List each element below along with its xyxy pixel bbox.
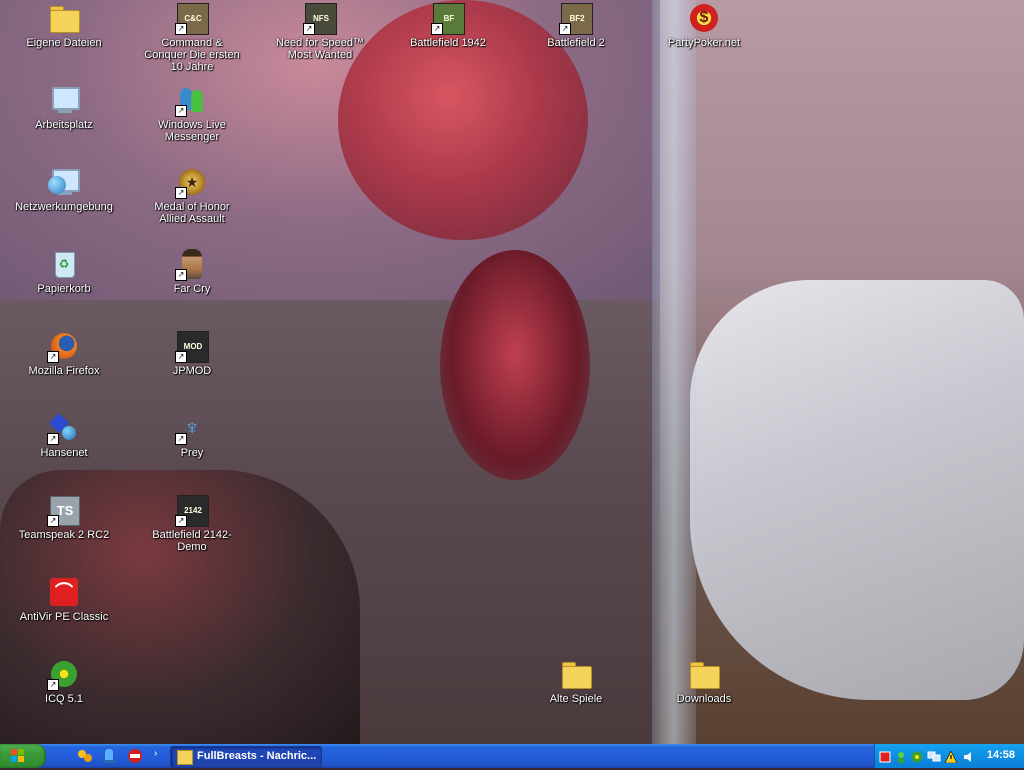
warning-icon[interactable] — [944, 750, 958, 764]
taskbar-clock[interactable]: 14:58 — [987, 749, 1015, 761]
wallpaper-tarantula — [440, 250, 590, 480]
desktop-icon-far-cry[interactable]: ↗ Far Cry — [142, 248, 242, 295]
teamspeak-icon: TS ↗ — [47, 494, 80, 527]
jpmod-icon: MOD ↗ — [175, 330, 209, 363]
shortcut-arrow-icon: ↗ — [303, 23, 315, 35]
quick-launch-game-icon[interactable] — [126, 747, 144, 765]
shortcut-arrow-icon: ↗ — [559, 23, 571, 35]
wallpaper-cloth — [690, 280, 1024, 700]
folder-icon — [177, 750, 193, 765]
shortcut-arrow-icon: ↗ — [175, 105, 187, 117]
desktop-icon-papierkorb[interactable]: ♻ Papierkorb — [14, 248, 114, 295]
desktop-icon-partypoker[interactable]: $ PartyPoker.net — [654, 2, 754, 49]
desktop-icon-antivir[interactable]: ⌒ AntiVir PE Classic — [14, 576, 114, 623]
folder-icon — [688, 658, 720, 690]
desktop-icon-prey[interactable]: ♆ ↗ Prey — [142, 412, 242, 459]
windows-logo-icon — [11, 749, 25, 763]
shortcut-arrow-icon: ↗ — [175, 187, 187, 199]
desktop-icon-battlefield-2142[interactable]: 2142 ↗ Battlefield 2142-Demo — [142, 494, 242, 553]
desktop-icon-medal-of-honor[interactable]: ★ ↗ Medal of Honor Allied Assault — [142, 166, 242, 225]
desktop-icon-command-conquer[interactable]: C&C ↗ Command & Conquer Die ersten 10 Ja… — [142, 2, 242, 73]
taskbar-window-button[interactable]: FullBreasts - Nachric... — [170, 746, 322, 768]
battlefield-1942-icon: BF ↗ — [431, 2, 465, 35]
network-icon[interactable] — [927, 750, 941, 762]
quick-launch-app-icon[interactable] — [76, 747, 94, 765]
medal-of-honor-icon: ★ ↗ — [175, 166, 208, 199]
start-button[interactable] — [0, 744, 46, 768]
prey-icon: ♆ ↗ — [175, 412, 208, 445]
desktop-icon-jpmod[interactable]: MOD ↗ JPMOD — [142, 330, 242, 377]
volume-icon[interactable] — [963, 750, 975, 762]
antivir-icon: ⌒ — [48, 576, 80, 608]
desktop-icon-teamspeak[interactable]: TS ↗ Teamspeak 2 RC2 — [14, 494, 114, 541]
shortcut-arrow-icon: ↗ — [175, 433, 187, 445]
icq-tray-icon[interactable] — [911, 750, 923, 763]
desktop-icon-need-for-speed[interactable]: NFS ↗ Need for Speed™ Most Wanted — [270, 2, 370, 61]
messenger-status-icon[interactable] — [895, 750, 907, 763]
folder-documents-icon — [48, 2, 80, 34]
taskbar-window-label: FullBreasts - Nachric... — [197, 750, 317, 762]
shortcut-arrow-icon: ↗ — [47, 351, 59, 363]
network-places-icon — [48, 166, 80, 198]
shortcut-arrow-icon: ↗ — [175, 351, 187, 363]
far-cry-icon: ↗ — [175, 248, 208, 281]
icq-icon: ↗ — [47, 658, 80, 691]
desktop-icon-alte-spiele[interactable]: Alte Spiele — [526, 658, 626, 705]
partypoker-icon: $ — [688, 2, 720, 34]
desktop-icon-windows-live-messenger[interactable]: ↗ Windows Live Messenger — [142, 84, 242, 143]
messenger-icon: ↗ — [175, 84, 208, 117]
desktop-icon-icq[interactable]: ↗ ICQ 5.1 — [14, 658, 114, 705]
shortcut-arrow-icon: ↗ — [175, 269, 187, 281]
firefox-icon: ↗ — [47, 330, 80, 363]
quick-launch-more-button[interactable]: › — [154, 748, 157, 759]
shortcut-arrow-icon: ↗ — [175, 23, 187, 35]
desktop-icon-eigene-dateien[interactable]: Eigene Dateien — [14, 2, 114, 49]
shortcut-arrow-icon: ↗ — [47, 679, 59, 691]
shortcut-arrow-icon: ↗ — [175, 515, 187, 527]
desktop-icon-arbeitsplatz[interactable]: Arbeitsplatz — [14, 84, 114, 131]
battlefield-2-icon: BF2 ↗ — [559, 2, 593, 35]
wallpaper-glass-edge — [652, 0, 696, 744]
system-tray: 14:58 — [874, 744, 1024, 768]
folder-icon — [560, 658, 592, 690]
battlefield-2142-icon: 2142 ↗ — [175, 494, 209, 527]
command-conquer-icon: C&C ↗ — [175, 2, 209, 35]
nfs-icon: NFS ↗ — [303, 2, 337, 35]
desktop-icon-mozilla-firefox[interactable]: ↗ Mozilla Firefox — [14, 330, 114, 377]
taskbar: › FullBreasts - Nachric... 14:58 — [0, 744, 1024, 768]
shortcut-arrow-icon: ↗ — [47, 515, 59, 527]
shortcut-arrow-icon: ↗ — [47, 433, 59, 445]
recycle-bin-icon: ♻ — [48, 248, 80, 280]
desktop-icon-netzwerkumgebung[interactable]: Netzwerkumgebung — [14, 166, 114, 213]
shortcut-arrow-icon: ↗ — [431, 23, 443, 35]
record-icon[interactable] — [879, 750, 891, 763]
computer-icon — [48, 84, 80, 116]
desktop-icon-battlefield-1942[interactable]: BF ↗ Battlefield 1942 — [398, 2, 498, 49]
desktop-icon-battlefield-2[interactable]: BF2 ↗ Battlefield 2 — [526, 2, 626, 49]
desktop-icon-downloads[interactable]: Downloads — [654, 658, 754, 705]
quick-launch-messenger-icon[interactable] — [100, 747, 118, 765]
hansenet-icon: ↗ — [47, 412, 80, 445]
desktop-icon-hansenet[interactable]: ↗ Hansenet — [14, 412, 114, 459]
